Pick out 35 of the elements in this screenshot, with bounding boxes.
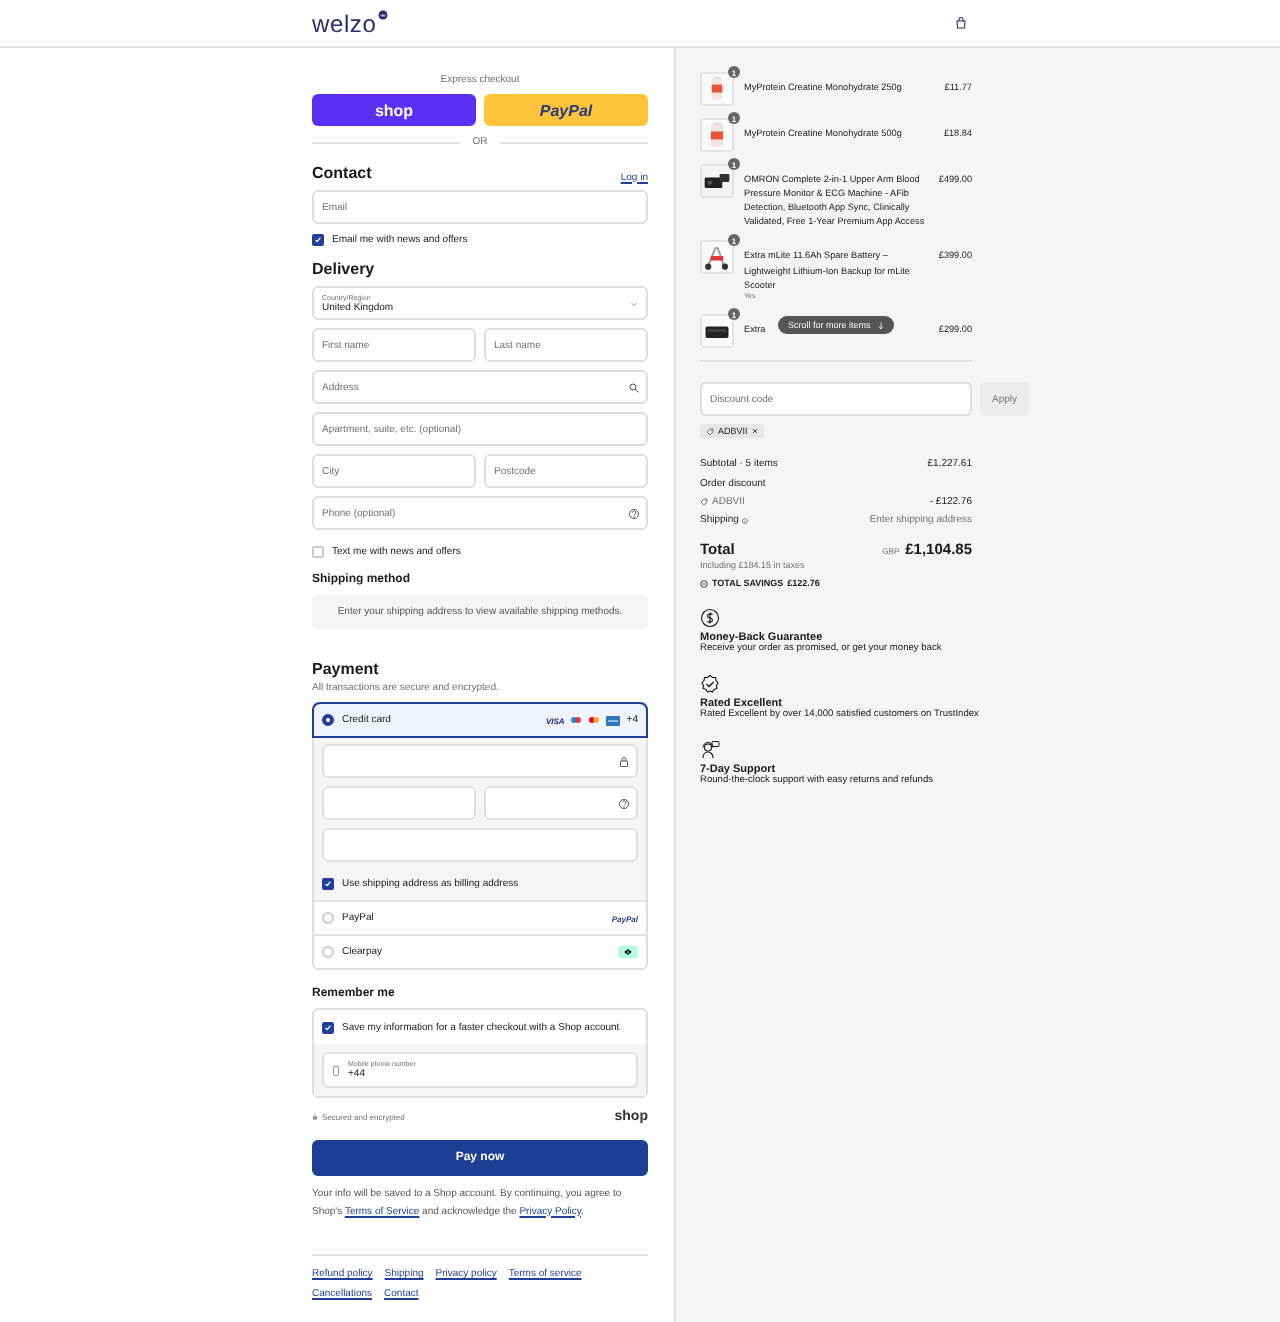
checkbox[interactable] — [312, 234, 324, 246]
shopping-bag-icon[interactable] — [954, 16, 968, 30]
chevron-down-icon — [630, 300, 638, 308]
dollar-circle-icon — [700, 608, 720, 628]
tag-icon — [700, 497, 708, 505]
maestro-icon — [570, 716, 583, 724]
card-brand-icon — [606, 715, 621, 725]
mastercard-icon — [588, 716, 601, 724]
help-icon — [618, 797, 630, 809]
savings-tag-icon — [700, 579, 708, 587]
lock-icon — [312, 1114, 318, 1120]
lock-icon — [618, 755, 630, 767]
checkbox[interactable] — [322, 1021, 334, 1033]
info-icon — [742, 517, 749, 523]
shop-pay-button[interactable]: shop — [312, 94, 476, 126]
check-badge-icon — [700, 674, 720, 694]
logo[interactable]: welzo — [312, 9, 377, 37]
support-agent-icon — [700, 740, 720, 760]
input-field[interactable] — [322, 828, 638, 862]
logo-mark-icon — [378, 9, 389, 19]
input-field[interactable] — [322, 744, 638, 778]
help-icon — [628, 507, 640, 519]
section-heading: Contact — [312, 164, 372, 182]
input-field[interactable] — [322, 786, 476, 820]
section-heading: Payment — [312, 660, 381, 678]
remove-icon[interactable] — [751, 428, 758, 434]
input-field[interactable] — [484, 786, 638, 820]
search-icon — [628, 381, 640, 393]
section-heading: Delivery — [312, 260, 377, 278]
arrow-down-icon — [878, 321, 885, 330]
paypal-pay-button[interactable]: PayPal — [484, 94, 648, 126]
tag-icon — [706, 427, 714, 435]
clearpay-logo-icon — [618, 946, 638, 958]
mobile-phone-icon — [332, 1065, 340, 1075]
checkbox[interactable] — [322, 878, 334, 890]
